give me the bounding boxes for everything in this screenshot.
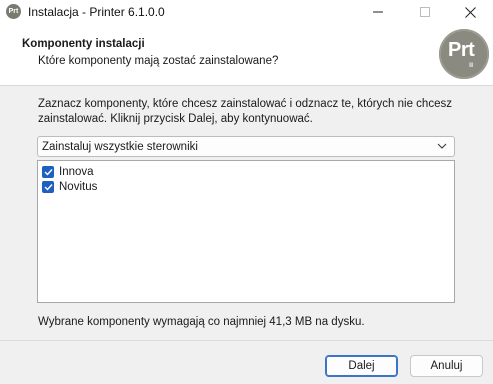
close-button[interactable] [447, 0, 493, 24]
window-title: Instalacja - Printer 6.1.0.0 [28, 5, 165, 19]
maximize-icon [420, 7, 430, 17]
novitus-checkbox[interactable] [42, 180, 54, 193]
cancel-button[interactable]: Anuluj [410, 355, 483, 377]
instructions-text: Zaznacz komponenty, które chcesz zainsta… [38, 98, 452, 125]
page-subtitle: Które komponenty mają zostać zainstalowa… [38, 55, 279, 67]
component-label: Novitus [59, 180, 98, 193]
wizard-header: Komponenty instalacji Które komponenty m… [0, 24, 493, 86]
chevron-down-icon [437, 143, 447, 149]
component-item-innova[interactable]: Innova [42, 164, 94, 179]
innova-checkbox[interactable] [42, 165, 54, 178]
close-icon [464, 6, 476, 18]
footer-divider [0, 340, 493, 341]
cancel-button-label: Anuluj [430, 360, 463, 372]
installer-window: Prt Instalacja - Printer 6.1.0.0 Kompone… [0, 0, 493, 384]
check-icon [44, 183, 53, 191]
component-item-novitus[interactable]: Novitus [42, 179, 97, 194]
title-bar[interactable]: Prt Instalacja - Printer 6.1.0.0 [0, 0, 493, 24]
minimize-icon [373, 11, 383, 13]
next-button[interactable]: Dalej [325, 355, 398, 377]
page-title: Komponenty instalacji [22, 38, 145, 50]
install-type-value: Zainstaluj wszystkie sterowniki [42, 140, 198, 153]
components-list[interactable]: Innova Novitus [37, 160, 455, 303]
printer-logo: Prt Ⅲ [439, 29, 489, 79]
minimize-button[interactable] [355, 0, 401, 24]
logo-text: Prt [448, 39, 475, 61]
component-label: Innova [59, 165, 94, 178]
disk-space-note: Wybrane komponenty wymagają co najmniej … [38, 316, 365, 328]
logo-badge: Ⅲ [469, 63, 474, 69]
next-button-label: Dalej [348, 360, 375, 372]
check-icon [44, 168, 53, 176]
maximize-button [402, 0, 448, 24]
install-type-dropdown[interactable]: Zainstaluj wszystkie sterowniki [37, 136, 455, 157]
app-icon: Prt [6, 4, 21, 19]
